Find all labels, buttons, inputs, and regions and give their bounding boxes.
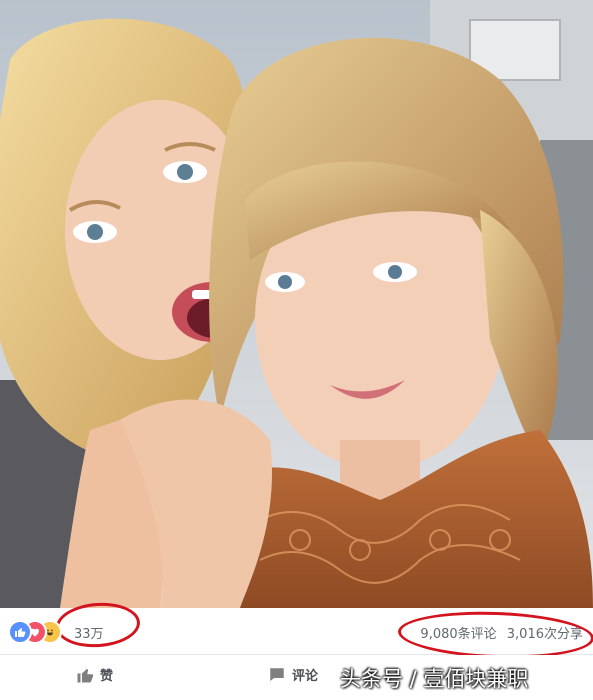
thumbs-up-icon: [77, 668, 94, 682]
like-button[interactable]: 赞: [76, 665, 113, 684]
comment-icon: [270, 667, 284, 681]
share-count[interactable]: 3,016次分享: [507, 627, 583, 642]
post-photo[interactable]: [0, 0, 593, 608]
post-stats: 9,080条评论 3,016次分享: [414, 623, 583, 642]
reactions-bar: 33万 9,080条评论 3,016次分享: [0, 608, 593, 655]
reaction-count[interactable]: 33万: [74, 623, 104, 642]
comment-button[interactable]: 评论: [268, 665, 318, 684]
like-label: 赞: [100, 669, 114, 684]
reaction-icons[interactable]: [8, 620, 68, 644]
post-frame: 33万 9,080条评论 3,016次分享 赞 评论 头条号 / 壹佰块兼职: [0, 0, 593, 700]
comment-label: 评论: [292, 669, 319, 684]
selfie-illustration: [0, 0, 593, 608]
action-bar: 赞 评论 头条号 / 壹佰块兼职: [0, 655, 593, 700]
watermark: 头条号 / 壹佰块兼职: [340, 667, 529, 691]
comment-count[interactable]: 9,080条评论: [420, 627, 496, 642]
like-icon: [8, 620, 32, 644]
